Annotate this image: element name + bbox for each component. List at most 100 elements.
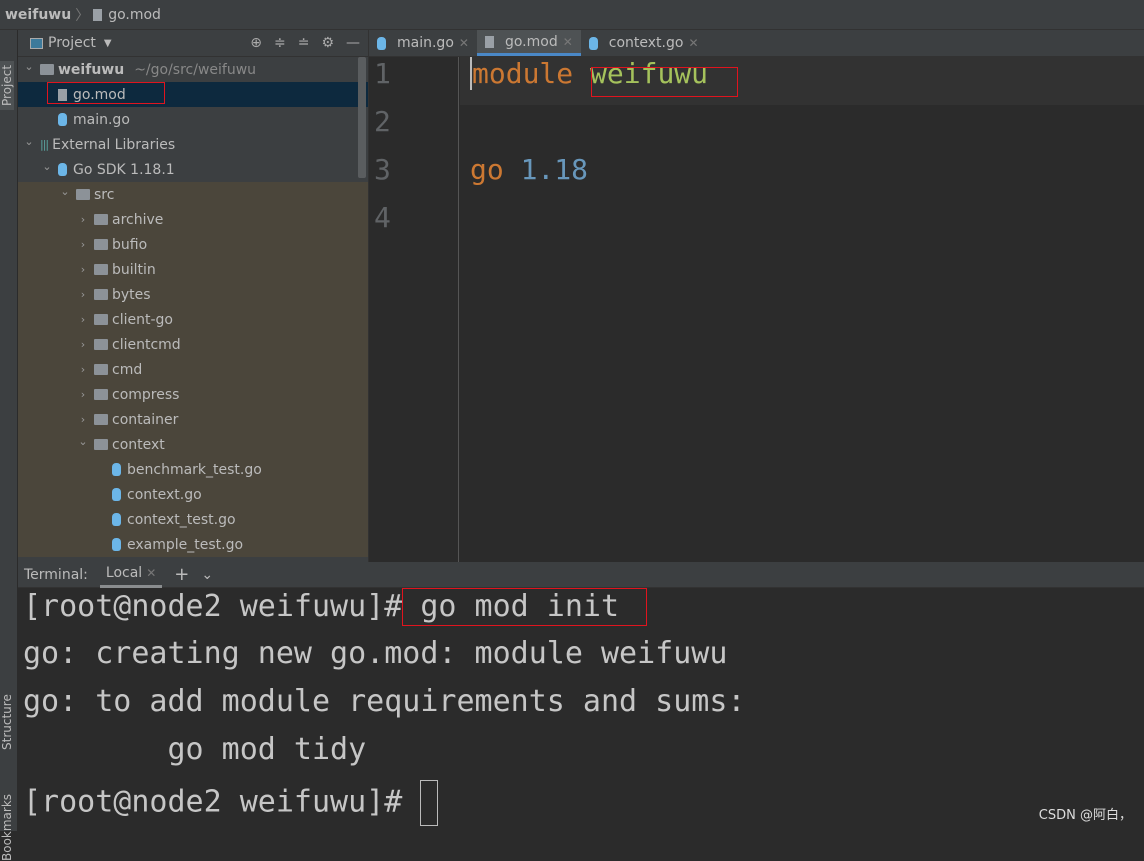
tree-item[interactable]: ⌄ context [18, 432, 368, 457]
tree-item-label: compress [112, 386, 180, 403]
gopher-icon [58, 163, 67, 176]
tree-item-label: External Libraries [52, 136, 176, 153]
tab-context-go[interactable]: context.go ✕ [581, 30, 707, 56]
tree-item-label: archive [112, 211, 164, 228]
chevron-right-icon[interactable]: › [76, 338, 90, 351]
close-icon[interactable]: ✕ [563, 35, 573, 49]
chevron-right-icon[interactable]: › [76, 263, 90, 276]
tab-go-mod[interactable]: go.mod ✕ [476, 30, 581, 56]
chevron-right-icon[interactable]: › [76, 213, 90, 226]
chevron-right-icon[interactable]: › [76, 388, 90, 401]
chevron-right-icon[interactable]: › [76, 313, 90, 326]
tree-item[interactable]: context_test.go [18, 507, 368, 532]
chevron-down-icon[interactable]: ⌄ [40, 160, 54, 173]
tree-item[interactable]: benchmark_test.go [18, 457, 368, 482]
terminal-line[interactable]: [root@node2 weifuwu]# [18, 780, 1144, 828]
chevron-down-icon[interactable]: ⌄ [22, 60, 36, 73]
tree-item[interactable]: › client-go [18, 307, 368, 332]
line-number: 3 [374, 153, 391, 186]
chevron-right-icon[interactable]: › [76, 363, 90, 376]
breadcrumb-file[interactable]: go.mod [108, 7, 161, 23]
tree-item[interactable]: › builtin [18, 257, 368, 282]
tree-item[interactable]: › compress [18, 382, 368, 407]
chevron-right-icon[interactable]: › [76, 238, 90, 251]
tree-item-path: ~/go/src/weifuwu [134, 61, 257, 78]
line-number: 4 [374, 201, 391, 234]
tab-main-go[interactable]: main.go ✕ [369, 30, 477, 56]
tree-item[interactable]: › container [18, 407, 368, 432]
gopher-icon [112, 488, 121, 501]
folder-icon [94, 289, 108, 300]
close-icon[interactable]: ✕ [688, 36, 698, 50]
expand-all-icon[interactable]: ≑ [274, 35, 286, 51]
terminal-panel: Terminal: Local ✕ + ⌄ [root@node2 weifuwu… [18, 562, 1144, 831]
tree-item[interactable]: ⌄ weifuwu ~/go/src/weifuwu [18, 57, 368, 82]
chevron-right-icon[interactable]: › [76, 288, 90, 301]
tree-scrollbar[interactable] [358, 57, 366, 178]
tree-item[interactable]: › bytes [18, 282, 368, 307]
chevron-right-icon[interactable]: › [76, 413, 90, 426]
tab-label: context.go [608, 35, 684, 51]
keyword: go [470, 153, 504, 186]
chevron-down-icon[interactable]: ⌄ [201, 567, 213, 583]
tree-item-label: Go SDK 1.18.1 [73, 161, 175, 178]
chevron-down-icon[interactable]: ▼ [104, 38, 112, 49]
line-number: 2 [374, 105, 391, 138]
folder-icon [94, 214, 108, 225]
tree-item[interactable]: ⌄ Go SDK 1.18.1 [18, 157, 368, 182]
prompt: [root@node2 weifuwu]# [23, 589, 403, 624]
tree-item[interactable]: ⌄ src [18, 182, 368, 207]
tab-label: Local [105, 565, 143, 581]
project-panel: Project ▼ ⊕ ≑ ≐ ⚙ — ⌄ weifuwu ~/go/src/wei… [18, 30, 368, 562]
minimize-icon[interactable]: — [346, 35, 360, 51]
tab-label: main.go [397, 35, 454, 51]
tree-item-label: weifuwu [58, 61, 125, 78]
file-icon [93, 8, 103, 21]
folder-icon [94, 439, 108, 450]
close-icon[interactable]: ✕ [146, 566, 156, 580]
folder-icon [94, 414, 108, 425]
tree-item[interactable]: ⌄ ||| External Libraries [18, 132, 368, 157]
tree-item[interactable]: › archive [18, 207, 368, 232]
project-view-icon [30, 37, 43, 49]
collapse-all-icon[interactable]: ≐ [298, 35, 310, 51]
plus-icon[interactable]: + [174, 564, 189, 585]
folder-icon [94, 314, 108, 325]
project-view-selector[interactable]: Project [48, 35, 96, 51]
chevron-down-icon[interactable]: ⌄ [58, 185, 72, 198]
tree-item[interactable]: › clientcmd [18, 332, 368, 357]
code-area[interactable]: module weifuwu go 1.18 [460, 57, 1144, 562]
terminal-tab-local[interactable]: Local ✕ [99, 562, 163, 588]
folder-icon [94, 239, 108, 250]
terminal-line: go mod tidy [23, 732, 367, 767]
gear-icon[interactable]: ⚙ [321, 35, 334, 51]
structure-tool-button[interactable]: Structure [0, 694, 14, 750]
locate-icon[interactable]: ⊕ [250, 35, 262, 51]
tree-item[interactable]: main.go [18, 107, 368, 132]
tree-item-label: example_test.go [127, 536, 244, 553]
terminal-header: Terminal: Local ✕ + ⌄ [18, 562, 1144, 588]
tree-item-label: main.go [73, 111, 130, 128]
project-tool-button[interactable]: Project [0, 60, 14, 110]
terminal-line: [root@node2 weifuwu]# go mod init [18, 588, 1144, 636]
tree-item[interactable]: › bufio [18, 232, 368, 257]
tree-item[interactable]: example_test.go [18, 532, 368, 557]
prompt: [root@node2 weifuwu]# [23, 784, 403, 820]
highlight-box [47, 82, 165, 104]
chevron-down-icon[interactable]: ⌄ [22, 135, 36, 148]
terminal-line: go: to add module requirements and sums: [23, 684, 746, 719]
tree-item[interactable]: › cmd [18, 357, 368, 382]
tree-item-label: src [94, 186, 115, 203]
close-icon[interactable]: ✕ [459, 36, 469, 50]
gopher-icon [377, 36, 386, 50]
highlight-box [591, 67, 738, 97]
tree-item-label: bytes [112, 286, 151, 303]
bookmarks-tool-button[interactable]: Bookmarks [0, 794, 14, 861]
project-tree: ⌄ weifuwu ~/go/src/weifuwu go.mod main.go ⌄ ||… [18, 57, 368, 562]
chevron-down-icon[interactable]: ⌄ [76, 435, 90, 448]
tree-item-label: builtin [112, 261, 156, 278]
tab-label: go.mod [504, 33, 558, 50]
folder-icon [76, 189, 90, 200]
breadcrumb-project[interactable]: weifuwu [5, 7, 71, 23]
tree-item[interactable]: context.go [18, 482, 368, 507]
